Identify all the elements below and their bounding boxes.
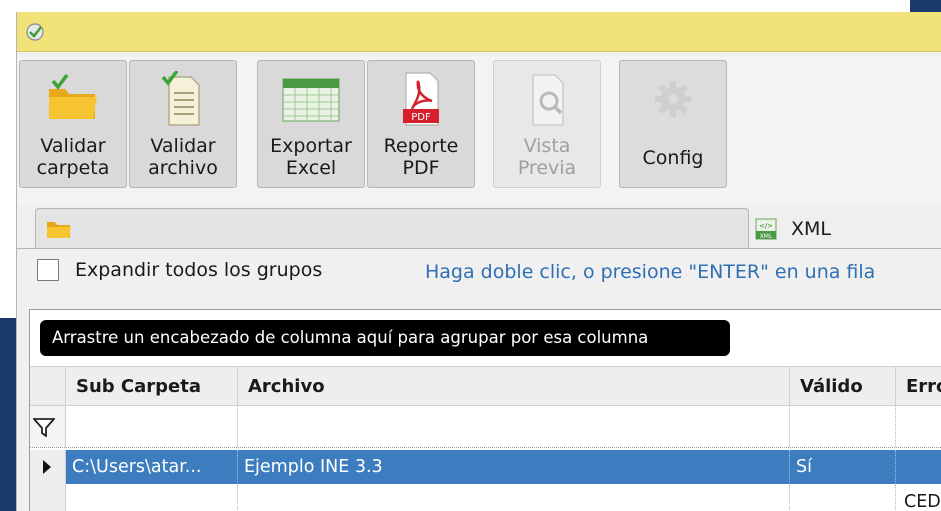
column-header-sub-carpeta[interactable]: Sub Carpeta bbox=[66, 367, 238, 405]
config-button[interactable]: Config bbox=[619, 60, 727, 188]
reporte-pdf-button[interactable]: PDF Reporte PDF bbox=[367, 60, 475, 188]
group-by-panel[interactable]: Arrastre un encabezado de columna aquí p… bbox=[40, 320, 730, 356]
filter-cell-error[interactable] bbox=[896, 406, 941, 447]
background-panel-right bbox=[910, 0, 941, 12]
validar-archivo-button[interactable]: Validar archivo bbox=[129, 60, 237, 188]
column-header-archivo[interactable]: Archivo bbox=[238, 367, 790, 405]
tab-xml-label: XML bbox=[791, 218, 831, 240]
filter-row-indicator bbox=[30, 406, 66, 447]
row-indicator bbox=[30, 450, 66, 484]
results-grid: Arrastre un encabezado de columna aquí p… bbox=[29, 309, 941, 511]
cell-archivo[interactable]: Ejemplo INE 3.3 bbox=[238, 450, 790, 484]
expand-groups-label: Expandir todos los grupos bbox=[75, 259, 323, 281]
config-label: Config bbox=[642, 147, 704, 169]
svg-text:XML: XML bbox=[760, 233, 773, 240]
tab-strip: </> XML XML bbox=[17, 208, 941, 248]
grid-header: Sub Carpeta Archivo Válido Erro bbox=[30, 366, 941, 406]
cell-sub-carpeta[interactable]: C:\Users\atar... bbox=[66, 450, 238, 484]
column-header-error[interactable]: Erro bbox=[896, 367, 941, 405]
preview-magnifier-icon bbox=[517, 71, 577, 127]
app-window: Validar carpeta Validar archivo Exportar… bbox=[16, 12, 941, 511]
row-pointer-icon bbox=[43, 460, 51, 474]
expand-groups-checkbox[interactable] bbox=[37, 259, 59, 281]
reporte-pdf-label: Reporte PDF bbox=[383, 135, 459, 179]
column-header-valido[interactable]: Válido bbox=[790, 367, 896, 405]
pdf-icon: PDF bbox=[391, 71, 451, 127]
table-row[interactable]: CED bbox=[30, 484, 941, 511]
svg-text:</>: </> bbox=[759, 222, 773, 230]
folder-check-icon bbox=[43, 71, 103, 127]
cell-sub-carpeta[interactable] bbox=[66, 484, 238, 511]
row-indicator bbox=[30, 484, 66, 511]
table-row[interactable]: C:\Users\atar... Ejemplo INE 3.3 Sí bbox=[30, 450, 941, 484]
file-check-icon bbox=[153, 71, 213, 127]
toolbar: Validar carpeta Validar archivo Exportar… bbox=[17, 56, 941, 206]
folder-icon bbox=[47, 222, 71, 238]
vista-previa-label: Vista Previa bbox=[517, 135, 577, 179]
filter-row bbox=[30, 406, 941, 448]
exportar-excel-label: Exportar Excel bbox=[270, 135, 352, 179]
cell-error[interactable]: CED bbox=[896, 484, 941, 511]
expand-groups-option[interactable]: Expandir todos los grupos bbox=[37, 259, 322, 281]
exportar-excel-button[interactable]: Exportar Excel bbox=[257, 60, 365, 188]
title-bar bbox=[17, 12, 941, 52]
background-panel-left bbox=[0, 318, 16, 511]
pdf-badge-text: PDF bbox=[411, 112, 431, 123]
validar-carpeta-button[interactable]: Validar carpeta bbox=[19, 60, 127, 188]
folder-panel: Expandir todos los grupos Haga doble cli… bbox=[17, 248, 941, 511]
gear-icon bbox=[643, 71, 703, 127]
cell-valido[interactable]: Sí bbox=[790, 450, 896, 484]
filter-icon[interactable] bbox=[33, 417, 55, 437]
validar-carpeta-label: Validar carpeta bbox=[36, 135, 110, 179]
filter-cell-sub-carpeta[interactable] bbox=[66, 406, 238, 447]
cell-valido[interactable] bbox=[790, 484, 896, 511]
xml-file-icon: </> XML bbox=[755, 218, 777, 240]
cell-archivo[interactable] bbox=[238, 484, 790, 511]
app-check-icon bbox=[26, 23, 44, 41]
cell-error[interactable] bbox=[896, 450, 941, 484]
vista-previa-button[interactable]: Vista Previa bbox=[493, 60, 601, 188]
validar-archivo-label: Validar archivo bbox=[148, 135, 218, 179]
filter-cell-valido[interactable] bbox=[790, 406, 896, 447]
filter-cell-archivo[interactable] bbox=[238, 406, 790, 447]
tab-xml[interactable]: </> XML XML bbox=[749, 212, 831, 246]
hint-text: Haga doble clic, o presione "ENTER" en u… bbox=[425, 261, 876, 283]
tab-folder[interactable] bbox=[35, 208, 749, 248]
spreadsheet-icon bbox=[281, 71, 341, 127]
row-indicator-header bbox=[30, 367, 66, 405]
